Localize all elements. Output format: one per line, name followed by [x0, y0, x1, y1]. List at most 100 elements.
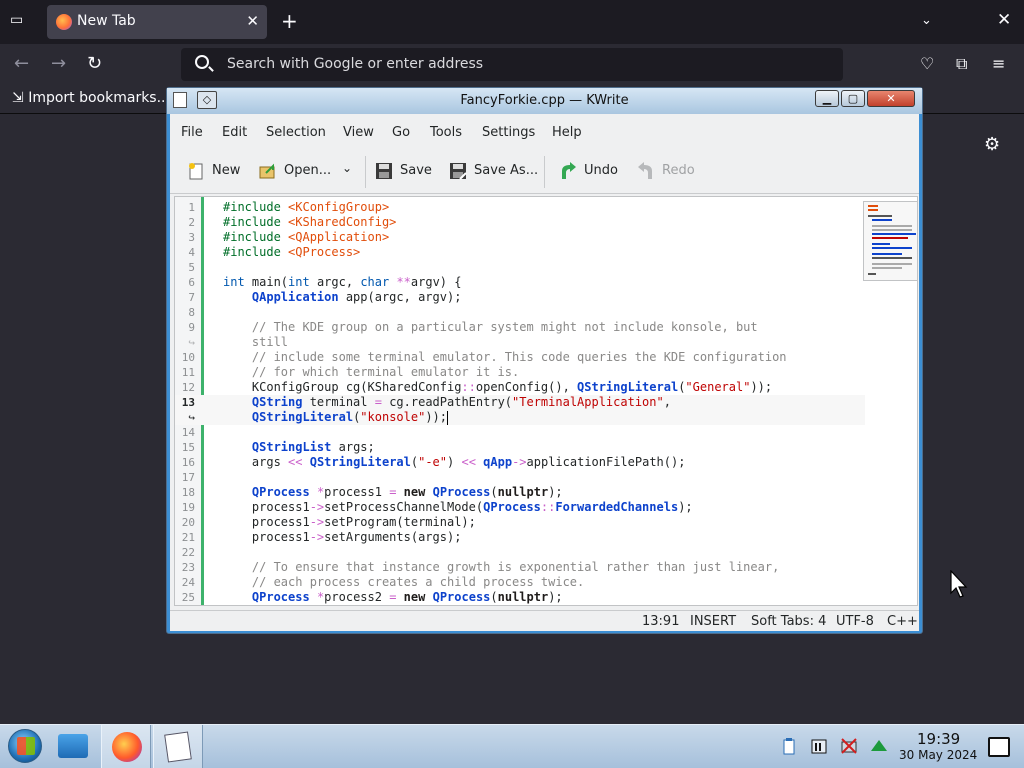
main-toolbar: New Open... ⌄ Save Save As... Undo Redo [170, 150, 919, 194]
syntax-mode[interactable]: C++ [887, 614, 918, 629]
code-line: 24 // each process creates a child proce… [175, 575, 865, 590]
line-number: 20 [181, 516, 195, 529]
window-titlebar[interactable]: ◇ FancyForkie.cpp — KWrite ▁ ▢ ✕ [167, 88, 922, 114]
undo-label: Undo [584, 163, 618, 178]
new-document-icon [189, 163, 203, 180]
new-tab-button[interactable]: + [281, 10, 298, 32]
close-window-icon[interactable]: ✕ [997, 10, 1011, 30]
back-arrow-icon[interactable]: ← [14, 53, 29, 74]
undo-arrow-icon [562, 162, 576, 179]
menu-icon[interactable]: ≡ [992, 54, 1005, 73]
taskbar-file-manager[interactable] [50, 725, 100, 768]
code-line: 16 args << QStringLiteral("-e") << qApp-… [175, 455, 865, 470]
code-line: 20 process1->setProgram(terminal); [175, 515, 865, 530]
reload-icon[interactable]: ↻ [87, 53, 102, 74]
menu-selection[interactable]: Selection [266, 125, 326, 140]
gear-icon[interactable]: ⚙ [984, 134, 1000, 155]
menu-settings[interactable]: Settings [482, 125, 535, 140]
code-line: 7 QApplication app(argc, argv); [175, 290, 865, 305]
clock-time[interactable]: 19:39 [917, 730, 960, 748]
encoding-setting[interactable]: UTF-8 [836, 614, 874, 629]
indentation-setting[interactable]: Soft Tabs: 4 [751, 614, 826, 629]
save-button[interactable]: Save [374, 160, 434, 184]
cursor-position[interactable]: 13:91 [642, 614, 679, 629]
close-button[interactable]: ✕ [867, 90, 915, 107]
save-label: Save [400, 163, 432, 178]
code-line: 5 [175, 260, 865, 275]
line-number: 11 [181, 366, 195, 379]
window-title: FancyForkie.cpp — KWrite [460, 93, 629, 108]
taskbar-firefox[interactable] [101, 725, 151, 768]
browser-tab[interactable]: New Tab ✕ [47, 5, 267, 39]
line-number: 17 [181, 471, 195, 484]
pocket-icon[interactable]: ♡ [920, 54, 934, 73]
line-number: 14 [181, 426, 195, 439]
network-disconnected-icon[interactable] [840, 737, 858, 755]
menu-help[interactable]: Help [552, 125, 582, 140]
open-button[interactable]: Open... [258, 160, 338, 184]
wrap-marker: ↪ [188, 336, 195, 349]
window-body: File Edit Selection View Go Tools Settin… [170, 114, 919, 631]
toolbar-separator [365, 156, 366, 188]
code-line: process2->setProcessChannelMode(QProcess… [175, 605, 865, 606]
toolbar-separator [544, 156, 545, 188]
menu-tools[interactable]: Tools [430, 125, 462, 140]
mouse-pointer-icon [950, 570, 968, 598]
redo-button[interactable]: Redo [636, 160, 700, 184]
input-mode[interactable]: INSERT [690, 614, 736, 629]
code-line: 10 // include some terminal emulator. Th… [175, 350, 865, 365]
search-icon [195, 55, 209, 69]
code-line: 6 int main(int argc, char **argv) { [175, 275, 865, 290]
menu-go[interactable]: Go [392, 125, 410, 140]
import-bookmarks-label: Import bookmarks... [28, 90, 170, 106]
current-line-number: 13 [181, 396, 195, 409]
line-number: 21 [181, 531, 195, 544]
line-number: 19 [181, 501, 195, 514]
taskbar: 19:39 30 May 2024 [0, 724, 1024, 768]
browser-nav-bar: ← → ↻ Search with Google or enter addres… [0, 44, 1024, 86]
redo-arrow-icon [638, 162, 652, 179]
import-bookmarks-link[interactable]: ⇲ Import bookmarks... [12, 90, 170, 106]
firefox-icon [112, 732, 142, 762]
line-number: 1 [188, 201, 195, 214]
menu-edit[interactable]: Edit [222, 125, 247, 140]
code-line-current: 13 QString terminal = cg.readPathEntry("… [175, 395, 865, 410]
minimize-button[interactable]: ▁ [815, 90, 839, 107]
text-cursor [447, 410, 449, 425]
menu-view[interactable]: View [343, 125, 374, 140]
menu-file[interactable]: File [181, 125, 203, 140]
undo-button[interactable]: Undo [558, 160, 622, 184]
code-line: 15 QStringList args; [175, 440, 865, 455]
code-line: 14 [175, 425, 865, 440]
code-line: 4 #include <QProcess> [175, 245, 865, 260]
clock-date[interactable]: 30 May 2024 [899, 748, 977, 762]
minimap-scrollbar[interactable] [863, 201, 917, 281]
maximize-button[interactable]: ▢ [841, 90, 865, 107]
new-label: New [212, 163, 241, 178]
firefox-favicon-icon [56, 14, 72, 30]
start-menu-button[interactable] [8, 729, 42, 763]
battery-icon[interactable] [810, 737, 828, 755]
firefox-view-icon[interactable]: ▭ [10, 12, 30, 32]
code-line: ↪ still [175, 335, 865, 350]
code-line: 12 KConfigGroup cg(KSharedConfig::openCo… [175, 380, 865, 395]
save-as-button[interactable]: Save As... [448, 160, 538, 184]
tab-close-icon[interactable]: ✕ [246, 12, 259, 30]
updates-arrow-icon[interactable] [870, 737, 888, 755]
chevron-down-icon[interactable]: ⌄ [921, 13, 932, 28]
extensions-icon[interactable]: ⧉ [956, 54, 967, 74]
wrap-marker: ↪ [188, 411, 195, 424]
taskbar-kwrite[interactable] [153, 725, 203, 768]
code-line: 17 [175, 470, 865, 485]
new-button[interactable]: New [186, 160, 246, 184]
forward-arrow-icon[interactable]: → [51, 53, 66, 74]
open-dropdown-chevron-icon[interactable]: ⌄ [342, 161, 352, 175]
notifications-icon[interactable] [988, 737, 1010, 757]
code-editor[interactable]: 1 #include <KConfigGroup> 2 #include <KSha… [174, 196, 918, 606]
line-number: 3 [188, 231, 195, 244]
clipboard-icon[interactable] [780, 737, 798, 755]
code-line: 21 process1->setArguments(args); [175, 530, 865, 545]
line-number: 8 [188, 306, 195, 319]
url-bar[interactable]: Search with Google or enter address [181, 48, 843, 81]
line-number: 15 [181, 441, 195, 454]
